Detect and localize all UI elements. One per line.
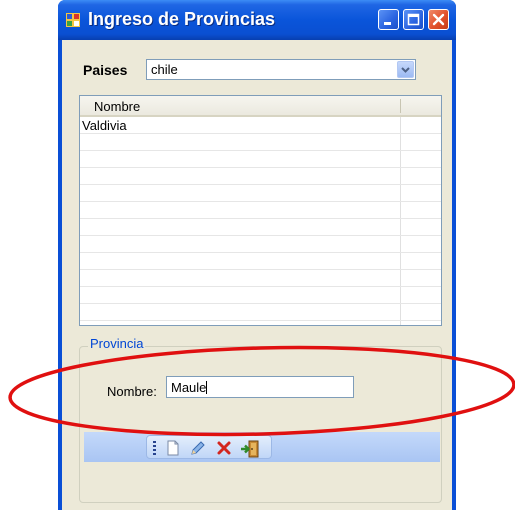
nombre-input-value: Maule <box>171 380 207 395</box>
toolbar-grip[interactable] <box>153 441 156 455</box>
new-button[interactable] <box>164 439 182 457</box>
window: Ingreso de Provincias Paises chile Nombr… <box>58 0 456 510</box>
empty-row <box>80 134 441 151</box>
close-icon <box>432 13 445 26</box>
empty-row <box>80 219 441 236</box>
nombre-label: Nombre: <box>107 384 157 399</box>
countries-dropdown-button[interactable] <box>397 61 414 78</box>
empty-row <box>80 185 441 202</box>
exit-door-icon <box>241 440 259 458</box>
delete-button[interactable] <box>215 439 233 457</box>
provincia-groupbox <box>79 346 442 503</box>
empty-row <box>80 287 441 304</box>
column-separator[interactable] <box>400 99 401 113</box>
cell-nombre[interactable]: Valdivia <box>82 118 127 133</box>
minimize-button[interactable] <box>378 9 399 30</box>
provincia-group-title: Provincia <box>88 336 146 351</box>
column-header-nombre[interactable]: Nombre <box>94 99 140 114</box>
title-bar[interactable]: Ingreso de Provincias <box>58 0 456 40</box>
empty-row <box>80 236 441 253</box>
toolbar-container <box>84 432 440 462</box>
delete-x-icon <box>217 441 231 455</box>
exit-button[interactable] <box>240 439 259 458</box>
provinces-grid[interactable]: Nombre Valdivia <box>79 95 442 326</box>
countries-label: Paises <box>83 62 128 78</box>
app-form-icon <box>66 13 80 27</box>
empty-row <box>80 270 441 287</box>
empty-row <box>80 253 441 270</box>
edit-button[interactable] <box>189 439 207 457</box>
countries-combobox[interactable]: chile <box>146 59 416 80</box>
empty-row <box>80 304 441 321</box>
new-document-icon <box>167 440 179 456</box>
table-row[interactable]: Valdivia <box>80 117 441 134</box>
nombre-input[interactable]: Maule <box>166 376 354 398</box>
text-caret <box>206 381 208 394</box>
maximize-icon <box>407 13 420 26</box>
toolbar <box>146 435 272 459</box>
empty-row <box>80 168 441 185</box>
pencil-icon <box>191 441 205 455</box>
maximize-button[interactable] <box>403 9 424 30</box>
client-area: Paises chile Nombre Valdivia Provincia N… <box>62 40 452 510</box>
empty-row <box>80 151 441 168</box>
empty-row <box>80 202 441 219</box>
countries-selected-value: chile <box>151 62 178 77</box>
grid-header: Nombre <box>80 96 441 117</box>
chevron-down-icon <box>401 67 410 73</box>
window-title: Ingreso de Provincias <box>88 9 276 29</box>
minimize-icon <box>384 22 391 25</box>
close-button[interactable] <box>428 9 449 30</box>
